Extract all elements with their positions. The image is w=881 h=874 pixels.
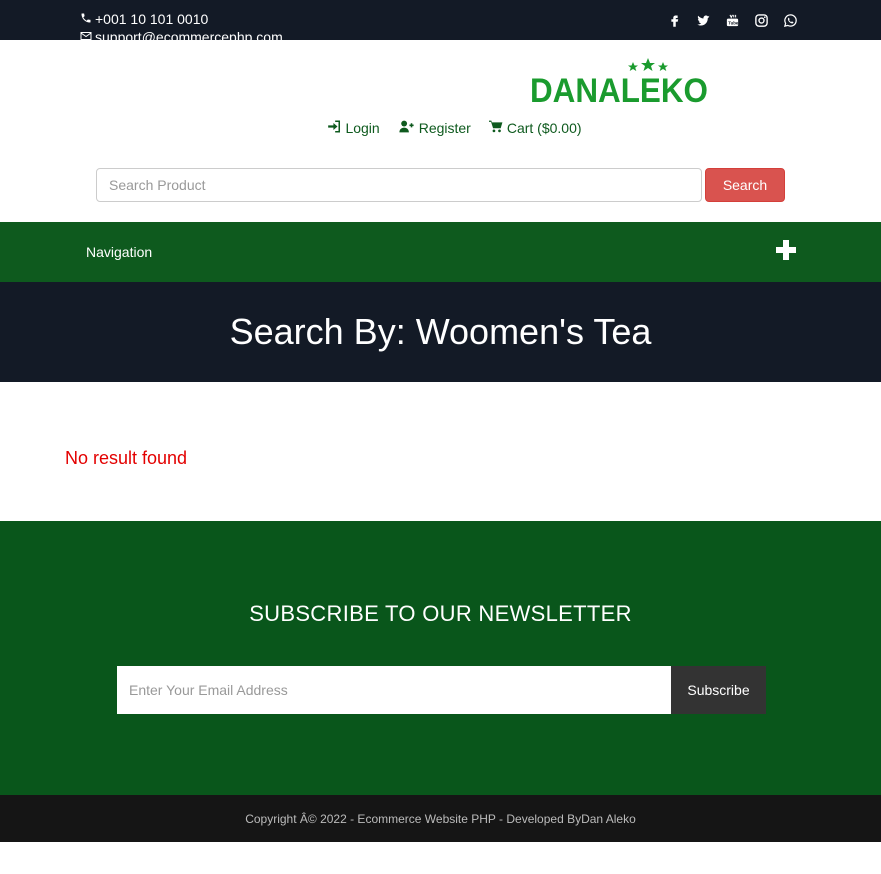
copyright-text: Copyright Â© 2022 - Ecommerce Website PH…: [245, 811, 636, 826]
subscribe-button[interactable]: Subscribe: [671, 666, 766, 714]
login-label: Login: [345, 120, 380, 136]
cart-label: Cart ($0.00): [506, 120, 582, 136]
plus-icon[interactable]: [774, 238, 798, 262]
newsletter-email-input[interactable]: [117, 666, 671, 714]
page-title: Search By: Woomen's Tea: [229, 311, 652, 352]
search-button[interactable]: Search: [705, 168, 785, 202]
instagram-icon[interactable]: [753, 12, 769, 28]
logo-text: DANALEKO: [530, 72, 708, 106]
phone-row: +001 10 101 0010: [80, 10, 283, 28]
newsletter-section: SUBSCRIBE TO OUR NEWSLETTER Subscribe: [0, 521, 881, 795]
phone-icon: [80, 10, 92, 28]
contact-info: +001 10 101 0010 support@ecommercephp.co…: [80, 10, 283, 40]
register-label: Register: [418, 120, 471, 136]
user-plus-icon: [398, 120, 415, 136]
facebook-icon[interactable]: [666, 12, 682, 28]
whatsapp-icon[interactable]: [782, 12, 798, 28]
youtube-icon[interactable]: Tube: [724, 12, 740, 28]
sign-in-icon: [327, 120, 341, 136]
account-links: Login Register Cart ($0.00): [0, 120, 881, 136]
cart-link[interactable]: Cart ($0.00): [488, 120, 582, 136]
search-input[interactable]: [96, 168, 702, 202]
login-link[interactable]: Login: [327, 120, 380, 136]
social-links: Tube: [666, 12, 798, 28]
site-logo[interactable]: DANALEKO: [530, 56, 712, 106]
search-banner: Search By: Woomen's Tea: [0, 282, 881, 382]
top-bar: +001 10 101 0010 support@ecommercephp.co…: [0, 0, 881, 40]
navigation-bar: Navigation: [0, 222, 881, 282]
cart-icon: [488, 120, 503, 136]
envelope-icon: [80, 28, 92, 40]
twitter-icon[interactable]: [695, 12, 711, 28]
email-row: support@ecommercephp.com: [80, 28, 283, 40]
navigation-label: Navigation: [86, 244, 153, 260]
register-link[interactable]: Register: [398, 120, 471, 136]
email-address: support@ecommercephp.com: [95, 29, 283, 40]
no-result-message: No result found: [65, 448, 188, 468]
svg-text:Tube: Tube: [728, 20, 739, 25]
newsletter-title: SUBSCRIBE TO OUR NEWSLETTER: [249, 601, 632, 626]
footer: Copyright Â© 2022 - Ecommerce Website PH…: [0, 795, 881, 842]
phone-number: +001 10 101 0010: [95, 11, 209, 27]
